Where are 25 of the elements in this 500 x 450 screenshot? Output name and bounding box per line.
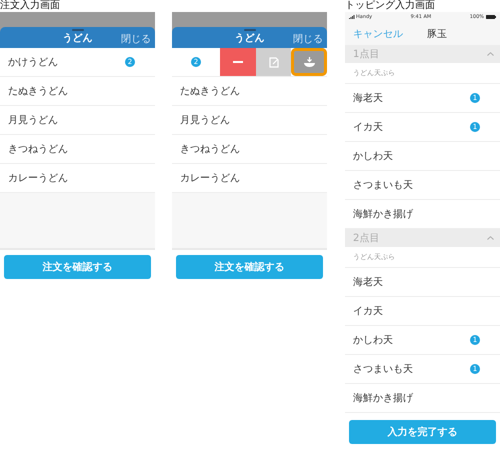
- signal-icon: [349, 15, 355, 19]
- bowl-icon: [302, 56, 316, 68]
- edit-action-button[interactable]: [256, 48, 292, 76]
- menu-item[interactable]: たぬきうどん: [0, 77, 155, 106]
- drag-handle[interactable]: [72, 29, 84, 31]
- remove-action-button[interactable]: [220, 48, 256, 76]
- menu-item[interactable]: 月見うどん: [172, 106, 327, 135]
- minus-icon: [232, 61, 243, 63]
- sheet-title: うどん: [234, 32, 264, 44]
- menu-item[interactable]: 月見うどん: [0, 106, 155, 135]
- topping-item[interactable]: 海鮮かき揚げ: [345, 384, 500, 413]
- topping-item[interactable]: イカ天: [345, 297, 500, 326]
- battery-icon: [486, 15, 496, 19]
- sheet-title: うどん: [62, 32, 92, 44]
- screen-title: トッピング入力画面: [345, 0, 436, 12]
- topping-item[interactable]: さつまいも天: [345, 171, 500, 200]
- topping-item[interactable]: 海老天: [345, 268, 500, 297]
- topping-action-button[interactable]: [291, 48, 328, 76]
- menu-item[interactable]: きつねうどん: [172, 135, 327, 164]
- nav-title: 豚玉: [427, 28, 447, 40]
- topping-item[interactable]: かしわ天: [345, 142, 500, 171]
- drag-handle[interactable]: [244, 29, 256, 31]
- menu-item[interactable]: きつねうどん: [0, 135, 155, 164]
- menu-item[interactable]: たぬきうどん: [172, 77, 327, 106]
- edit-icon: [268, 56, 278, 68]
